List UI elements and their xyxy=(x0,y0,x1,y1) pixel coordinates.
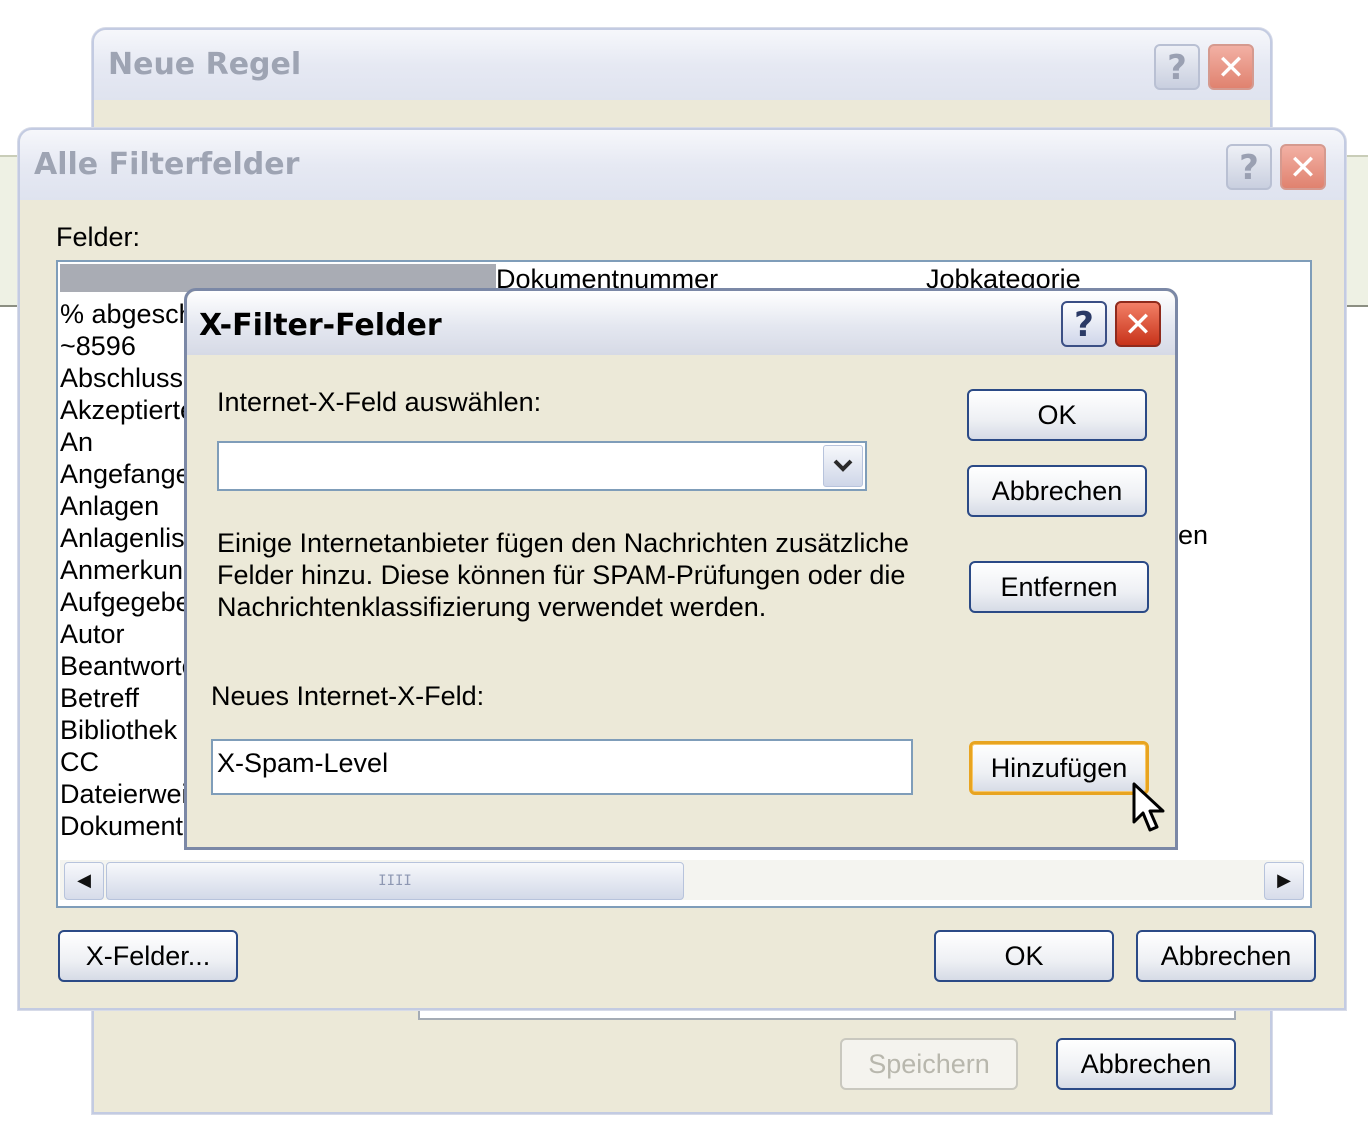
help-icon[interactable]: ? xyxy=(1061,301,1107,347)
alle-filterfelder-titlebar: Alle Filterfelder xyxy=(20,130,1344,200)
scroll-right-button[interactable]: ▶ xyxy=(1264,862,1304,900)
list-item[interactable]: Abschluss xyxy=(60,362,198,394)
cancel-button[interactable]: Abbrechen xyxy=(1136,930,1316,982)
description-text: Einige Internetanbieter fügen den Nachri… xyxy=(217,527,909,623)
list-item[interactable]: An xyxy=(60,426,198,458)
chevron-down-glyph xyxy=(833,459,853,472)
neue-regel-title: Neue Regel xyxy=(108,47,302,82)
cursor-icon xyxy=(1132,782,1165,832)
list-item[interactable]: Anmerkung xyxy=(60,554,198,586)
alle-filterfelder-title: Alle Filterfelder xyxy=(34,147,300,182)
cancel-button[interactable]: Abbrechen xyxy=(1056,1038,1236,1090)
new-field-input[interactable]: X-Spam-Level xyxy=(211,739,913,795)
add-button[interactable]: Hinzufügen xyxy=(969,741,1149,795)
list-item[interactable]: Anlagenlist xyxy=(60,522,198,554)
list-item[interactable]: Bibliothek xyxy=(60,714,198,746)
ok-button[interactable]: OK xyxy=(934,930,1114,982)
list-item[interactable]: CC xyxy=(60,746,198,778)
list-item[interactable]: % abgesch xyxy=(60,298,198,330)
neue-regel-titlebar: Neue Regel xyxy=(94,30,1270,100)
list-item[interactable]: Dokument xyxy=(60,810,198,842)
x-filter-felder-dialog: X-Filter-Felder ? ✕ Internet-X-Feld ausw… xyxy=(184,288,1178,850)
cancel-button[interactable]: Abbrechen xyxy=(967,465,1147,517)
fields-label: Felder: xyxy=(56,222,141,252)
select-label: Internet-X-Feld auswählen: xyxy=(217,387,542,417)
save-button[interactable]: Speichern xyxy=(840,1038,1018,1090)
scroll-thumb[interactable]: IIII xyxy=(106,862,684,900)
new-field-label: Neues Internet-X-Feld: xyxy=(211,681,485,711)
close-icon[interactable]: ✕ xyxy=(1280,144,1326,190)
scroll-left-button[interactable]: ◀ xyxy=(64,862,104,900)
list-item[interactable]: Beantworte xyxy=(60,650,198,682)
close-icon[interactable]: ✕ xyxy=(1115,301,1161,347)
horizontal-scrollbar[interactable]: ◀ IIII ▶ xyxy=(60,860,1304,900)
close-icon[interactable]: ✕ xyxy=(1208,44,1254,90)
list-item[interactable]: ~8596 xyxy=(60,330,198,362)
list-item[interactable]: Anlagen xyxy=(60,490,198,522)
help-icon[interactable]: ? xyxy=(1226,144,1272,190)
x-field-select[interactable] xyxy=(217,441,867,491)
new-field-value: X-Spam-Level xyxy=(217,748,389,778)
ok-button[interactable]: OK xyxy=(967,389,1147,441)
x-filter-titlebar: X-Filter-Felder xyxy=(187,291,1175,355)
x-filter-title: X-Filter-Felder xyxy=(199,308,442,343)
list-item[interactable]: Angefange xyxy=(60,458,198,490)
list-item[interactable]: Aufgegebe xyxy=(60,586,198,618)
list-item[interactable]: Autor xyxy=(60,618,198,650)
fields-list: % abgesch ~8596 Abschluss Akzeptierte An Ange… xyxy=(60,298,198,842)
description-line: Einige Internetanbieter fügen den Nachri… xyxy=(217,528,909,558)
chevron-down-icon[interactable] xyxy=(823,445,863,487)
description-line: Felder hinzu. Diese können für SPAM-Prüf… xyxy=(217,560,906,590)
help-icon[interactable]: ? xyxy=(1154,44,1200,90)
remove-button[interactable]: Entfernen xyxy=(969,561,1149,613)
list-item[interactable]: Akzeptierte xyxy=(60,394,198,426)
list-item-partial: en xyxy=(1178,520,1209,550)
x-fields-button[interactable]: X-Felder... xyxy=(58,930,238,982)
list-item[interactable]: Dateierwei xyxy=(60,778,198,810)
description-line: Nachrichtenklassifizierung verwendet wer… xyxy=(217,592,767,622)
list-item[interactable]: Betreff xyxy=(60,682,198,714)
